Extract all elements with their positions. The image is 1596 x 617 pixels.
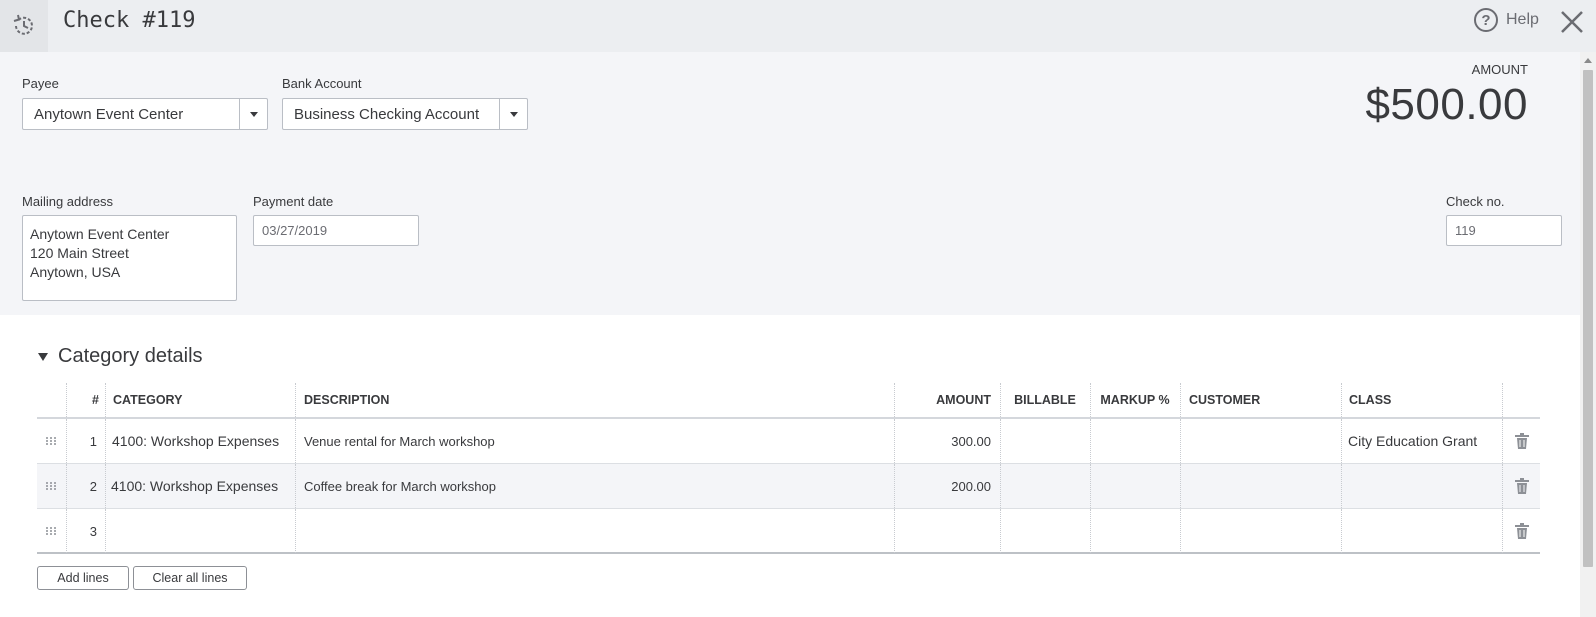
customer-cell[interactable] — [1180, 509, 1341, 553]
class-cell[interactable]: City Education Grant — [1348, 419, 1500, 463]
caret-down-icon — [38, 352, 48, 361]
table-row[interactable]: 2 4100: Workshop Expenses Coffee break f… — [37, 464, 1540, 509]
column-header-markup: MARKUP % — [1100, 393, 1170, 407]
trash-icon[interactable] — [1515, 419, 1535, 463]
payee-value: Anytown Event Center — [34, 105, 184, 123]
scrollbar-thumb[interactable] — [1583, 70, 1593, 567]
close-icon[interactable] — [1558, 8, 1586, 36]
address-line: Anytown Event Center — [30, 226, 170, 242]
column-header-description: DESCRIPTION — [304, 393, 390, 407]
address-line: Anytown, USA — [30, 264, 121, 280]
category-details-title: Category details — [58, 345, 203, 367]
category-details-table: # CATEGORY DESCRIPTION AMOUNT BILLABLE M… — [37, 383, 1540, 554]
check-header-form — [0, 52, 1580, 315]
scroll-up-arrow-icon[interactable] — [1584, 58, 1592, 63]
chevron-down-icon — [509, 111, 518, 117]
bank-account-label: Bank Account — [282, 76, 362, 91]
trash-icon[interactable] — [1515, 509, 1535, 553]
customer-cell[interactable] — [1180, 419, 1341, 463]
category-details-toggle[interactable]: Category details — [38, 345, 203, 368]
top-bar: Check #119 ? Help — [0, 0, 1596, 52]
payment-date-field[interactable]: 03/27/2019 — [253, 215, 419, 246]
bank-account-select[interactable]: Business Checking Account — [282, 98, 528, 130]
add-lines-button[interactable]: Add lines — [37, 566, 129, 590]
payee-label: Payee — [22, 76, 59, 91]
class-cell[interactable] — [1348, 509, 1500, 553]
amount-total: $500.00 — [1365, 80, 1528, 129]
check-no-field[interactable]: 119 — [1446, 215, 1562, 246]
check-no-label: Check no. — [1446, 194, 1505, 209]
payment-date-label: Payment date — [253, 194, 334, 209]
column-header-class: CLASS — [1349, 393, 1392, 407]
markup-cell[interactable] — [1090, 464, 1180, 508]
payee-dropdown-toggle[interactable] — [239, 99, 267, 129]
table-row[interactable]: 1 4100: Workshop Expenses Venue rental f… — [37, 419, 1540, 464]
billable-cell[interactable] — [1000, 419, 1090, 463]
vertical-scrollbar[interactable] — [1580, 52, 1596, 617]
markup-cell[interactable] — [1090, 509, 1180, 553]
help-label: Help — [1506, 11, 1539, 28]
table-header: # CATEGORY DESCRIPTION AMOUNT BILLABLE M… — [37, 383, 1540, 419]
category-cell[interactable]: 4100: Workshop Expenses — [112, 419, 294, 463]
clear-all-lines-button[interactable]: Clear all lines — [133, 566, 247, 590]
amount-label: AMOUNT — [1471, 62, 1528, 77]
customer-cell[interactable] — [1180, 464, 1341, 508]
drag-handle-icon[interactable] — [45, 464, 61, 508]
drag-handle-icon[interactable] — [45, 509, 61, 553]
amount-cell[interactable]: 300.00 — [895, 419, 991, 463]
column-header-number: # — [92, 393, 99, 407]
category-cell[interactable]: 4100: Workshop Expenses — [111, 464, 294, 508]
bank-account-dropdown-toggle[interactable] — [499, 99, 527, 129]
address-line: 120 Main Street — [30, 245, 129, 261]
help-icon: ? — [1474, 8, 1498, 32]
markup-cell[interactable] — [1090, 419, 1180, 463]
column-header-category: CATEGORY — [113, 393, 183, 407]
amount-cell[interactable]: 200.00 — [895, 464, 991, 508]
chevron-down-icon — [249, 111, 258, 117]
mailing-address-field[interactable]: Anytown Event Center 120 Main Street Any… — [22, 215, 237, 301]
description-cell[interactable] — [304, 509, 889, 553]
payee-select[interactable]: Anytown Event Center — [22, 98, 268, 130]
description-cell[interactable]: Coffee break for March workshop — [304, 464, 889, 508]
class-cell[interactable] — [1348, 464, 1500, 508]
history-clock-icon — [13, 14, 33, 35]
amount-cell[interactable] — [895, 509, 991, 553]
check-page: Check #119 ? Help Payee Anytown Event Ce… — [0, 0, 1596, 617]
column-header-billable: BILLABLE — [1014, 393, 1076, 407]
bank-account-value: Business Checking Account — [294, 105, 480, 123]
billable-cell[interactable] — [1000, 509, 1090, 553]
row-number: 3 — [89, 523, 97, 539]
history-button[interactable] — [0, 0, 48, 52]
description-cell[interactable]: Venue rental for March workshop — [304, 419, 889, 463]
help-button[interactable]: ? Help — [1474, 8, 1539, 32]
trash-icon[interactable] — [1515, 464, 1535, 508]
billable-cell[interactable] — [1000, 464, 1090, 508]
drag-handle-icon[interactable] — [45, 419, 61, 463]
column-header-customer: CUSTOMER — [1189, 393, 1261, 407]
category-cell[interactable] — [112, 509, 294, 553]
row-number: 1 — [89, 433, 97, 449]
mailing-address-label: Mailing address — [22, 194, 114, 209]
page-title: Check #119 — [63, 8, 196, 33]
column-header-amount: AMOUNT — [936, 393, 991, 407]
row-number: 2 — [89, 478, 97, 494]
table-row[interactable]: 3 — [37, 509, 1540, 554]
